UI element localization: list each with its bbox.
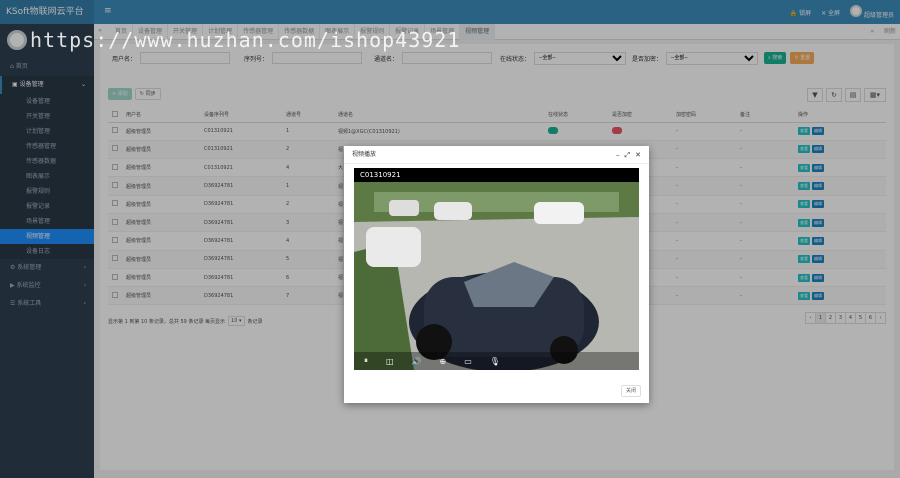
video-player[interactable]: C01310921 ⏸ ◫ 🔊 ⊕ ▭ 🎙 [354,168,639,370]
watermark: https://www.huzhan.com/ishop43921 [30,28,461,52]
close-icon[interactable]: ✕ [635,146,641,164]
record-icon[interactable]: ▭ [464,357,472,366]
ptz-icon[interactable]: ⊕ [440,357,447,366]
video-modal: 视频播放 – ⤢ ✕ C01310921 ⏸ ◫ 🔊 ⊕ ▭ 🎙 关闭 [344,146,649,403]
maximize-icon[interactable]: ⤢ [625,146,631,164]
video-channel-label: C01310921 [360,171,401,179]
microphone-icon[interactable]: 🎙 [490,357,500,366]
video-controls: ⏸ ◫ 🔊 ⊕ ▭ 🎙 [354,352,639,370]
minimize-icon[interactable]: – [616,146,620,164]
volume-icon[interactable]: 🔊 [412,357,422,366]
pause-icon[interactable]: ⏸ [364,356,368,366]
video-frame [354,182,639,370]
camera-icon[interactable]: ◫ [386,357,394,366]
modal-title: 视频播放 [352,151,377,158]
close-button[interactable]: 关闭 [620,385,641,397]
